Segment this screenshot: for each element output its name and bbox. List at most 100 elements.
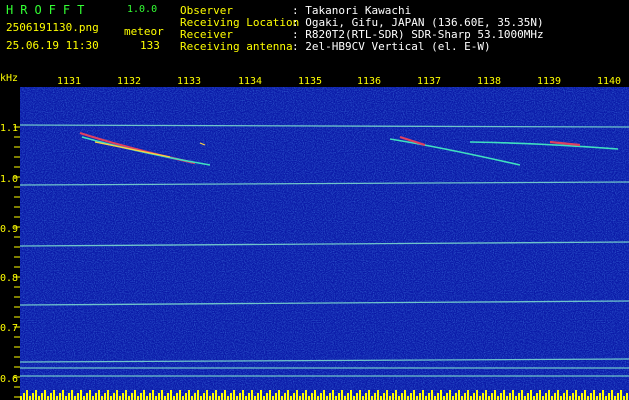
noise-bar-segment: [425, 396, 427, 400]
noise-bar-segment: [485, 390, 487, 400]
noise-bar-segment: [215, 390, 217, 400]
noise-bar-segment: [161, 390, 163, 400]
noise-bar-segment: [605, 396, 607, 400]
noise-bar-segment: [614, 396, 616, 400]
noise-bar-segment: [191, 396, 193, 400]
noise-bar-segment: [317, 396, 319, 400]
noise-bar-segment: [194, 393, 196, 400]
x-tick-label: 1137: [417, 76, 442, 87]
noise-bar-segment: [494, 390, 496, 400]
noise-bar-segment: [518, 393, 520, 400]
noise-bar-segment: [392, 393, 394, 400]
noise-bar-segment: [314, 390, 316, 400]
noise-bar-segment: [29, 396, 31, 400]
noise-bar-segment: [335, 396, 337, 400]
noise-bar-segment: [353, 396, 355, 400]
noise-bar-segment: [131, 393, 133, 400]
noise-bar-segment: [476, 390, 478, 400]
noise-bar-segment: [122, 393, 124, 400]
app-version: 1.0.0: [127, 4, 158, 15]
noise-bar-segment: [152, 390, 154, 400]
noise-bar-segment: [521, 390, 523, 400]
noise-bar-segment: [365, 393, 367, 400]
noise-bar-segment: [290, 396, 292, 400]
noise-bar-segment: [404, 390, 406, 400]
noise-bar-segment: [452, 396, 454, 400]
noise-bar-segment: [413, 390, 415, 400]
noise-bar-segment: [257, 393, 259, 400]
noise-bar-segment: [491, 393, 493, 400]
noise-bar-segment: [299, 396, 301, 400]
info-label-antenna: Receiving antenna: [180, 40, 293, 53]
noise-bar-segment: [593, 390, 595, 400]
noise-bar-segment: [389, 396, 391, 400]
noise-bar-segment: [53, 390, 55, 400]
noise-bar-segment: [611, 390, 613, 400]
noise-bar-segment: [524, 396, 526, 400]
noise-bar-segment: [251, 390, 253, 400]
noise-bar-segment: [470, 396, 472, 400]
noise-bar-segment: [554, 393, 556, 400]
noise-bar-segment: [503, 390, 505, 400]
noise-bar-segment: [323, 390, 325, 400]
noise-bar-segment: [89, 390, 91, 400]
noise-bar-segment: [68, 393, 70, 400]
noise-bar-segment: [326, 396, 328, 400]
noise-bar-segment: [197, 390, 199, 400]
noise-bar-segment: [386, 390, 388, 400]
spectrogram-plot: [20, 87, 629, 400]
noise-bar-segment: [533, 396, 535, 400]
noise-bar-segment: [140, 393, 142, 400]
noise-bar-segment: [368, 390, 370, 400]
noise-bar-segment: [464, 393, 466, 400]
noise-bar-segment: [599, 393, 601, 400]
noise-bar-segment: [137, 396, 139, 400]
noise-bar-segment: [488, 396, 490, 400]
noise-bar-segment: [41, 393, 43, 400]
noise-bar-segment: [449, 390, 451, 400]
x-tick-label: 1134: [238, 76, 263, 87]
noise-bar-segment: [155, 396, 157, 400]
noise-bar-segment: [23, 393, 25, 400]
noise-bar-segment: [446, 393, 448, 400]
noise-bar-segment: [569, 396, 571, 400]
noise-bar-segment: [398, 396, 400, 400]
noise-bar-segment: [620, 390, 622, 400]
noise-bar-segment: [542, 396, 544, 400]
noise-bar-segment: [623, 396, 625, 400]
noise-bar-segment: [209, 396, 211, 400]
noise-bar-segment: [308, 396, 310, 400]
noise-bar-segment: [578, 396, 580, 400]
noise-bar-segment: [479, 396, 481, 400]
noise-bar-segment: [509, 393, 511, 400]
meteor-count: 133: [140, 39, 160, 52]
noise-bar-segment: [101, 396, 103, 400]
x-tick-label: 1140: [597, 76, 622, 87]
x-tick-label: 1135: [298, 76, 323, 87]
noise-bar-segment: [407, 396, 409, 400]
noise-bar-segment: [602, 390, 604, 400]
noise-bar-segment: [83, 396, 85, 400]
noise-bar-segment: [275, 393, 277, 400]
noise-bar-segment: [539, 390, 541, 400]
noise-bar-segment: [347, 393, 349, 400]
noise-bar-segment: [80, 390, 82, 400]
noise-bar-segment: [626, 393, 628, 400]
noise-bar-segment: [437, 393, 439, 400]
noise-bar-segment: [86, 393, 88, 400]
noise-bar-segment: [77, 393, 79, 400]
noise-bar-segment: [176, 393, 178, 400]
noise-bar-segment: [374, 393, 376, 400]
noise-bar-segment: [461, 396, 463, 400]
noise-bar-segment: [440, 390, 442, 400]
noise-bar-segment: [512, 390, 514, 400]
noise-bar-segment: [158, 393, 160, 400]
noise-bar-segment: [92, 396, 94, 400]
noise-bar-segment: [563, 393, 565, 400]
noise-bar-segment: [401, 393, 403, 400]
noise-bar-segment: [443, 396, 445, 400]
noise-bar-segment: [278, 390, 280, 400]
noise-bar-segment: [551, 396, 553, 400]
noise-bar-segment: [98, 390, 100, 400]
noise-bar-segment: [377, 390, 379, 400]
